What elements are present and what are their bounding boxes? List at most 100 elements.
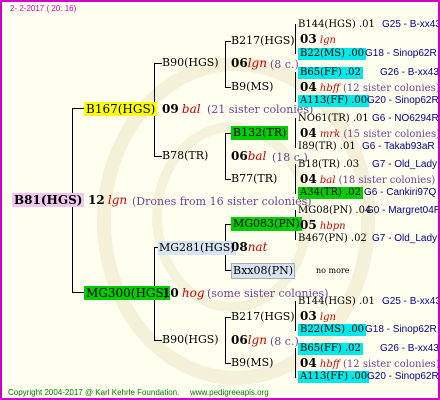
root-name[interactable]: B81(HGS) <box>12 193 85 207</box>
g1-name[interactable]: B217(HGS) <box>231 35 295 47</box>
s1-info: 06lgn <box>231 57 267 71</box>
d1-name[interactable]: MG281(HGS) <box>158 241 236 255</box>
d2-vline <box>225 317 226 363</box>
g1-info: 03 lgn <box>300 33 336 47</box>
g2-grade: hbff <box>319 83 340 94</box>
r13-breed: G26 - B-xx43 <box>380 343 439 354</box>
g2-vline <box>295 72 296 102</box>
r4-name[interactable]: A113(FF) .00 <box>298 95 370 107</box>
g1-vline <box>295 24 296 54</box>
g8-note: (12 sister colonies) <box>343 359 440 370</box>
g8-vline <box>295 348 296 378</box>
s2-year: 06 <box>231 149 248 163</box>
s2-grade: bal <box>247 149 267 163</box>
g5-year: 05 <box>300 218 317 232</box>
g2-info: 04 hbff (12 sister colonies) <box>300 80 440 95</box>
dam-grade: hog <box>181 286 205 300</box>
dam-name[interactable]: MG300(HGS) <box>84 286 171 300</box>
r5-breed: G6 - NO6294R <box>372 113 439 124</box>
report-date: 2- 2-2017 ( 20: 16) <box>10 4 77 13</box>
r6-name[interactable]: I89(TR) .01 <box>298 141 356 153</box>
g5-name[interactable]: MG083(PN) <box>231 217 302 231</box>
g7-vline <box>295 301 296 331</box>
d2-note: (8 c.) <box>270 335 299 348</box>
r2-name[interactable]: B22(MS) .00 <box>298 48 367 60</box>
d2-grade: lgn <box>247 333 267 347</box>
g8-name[interactable]: B9(MS) <box>231 357 273 369</box>
g4-grade: bal <box>319 175 336 186</box>
dam-info: 10 hog <box>162 287 205 301</box>
g1-year: 03 <box>300 32 317 46</box>
d1-grade: nat <box>247 240 268 254</box>
footer-site-link[interactable]: www.pedigreeapis.org <box>190 387 269 398</box>
root-info: 12 lgn <box>88 194 127 208</box>
sire-name[interactable]: B167(HGS) <box>84 102 158 116</box>
g8-year: 04 <box>300 356 317 370</box>
g4-info: 04 bal (18 sister colonies) <box>300 173 435 187</box>
r8-name[interactable]: A34(TR) .02 <box>298 187 364 199</box>
sire-year: 09 <box>162 102 179 116</box>
r2-breed: G18 - Sinop62R <box>365 48 437 59</box>
g5-grade: hbpn <box>319 221 346 232</box>
r1-breed: G25 - B-xx43 <box>382 19 440 30</box>
r7-breed: G7 - Old_Lady <box>372 159 438 170</box>
s1-vline <box>225 41 226 87</box>
r9-breed: G0 - Margret04R <box>366 205 440 216</box>
d1-info: 08nat <box>231 241 267 255</box>
sire-info: 09 bal <box>162 103 201 117</box>
g6-name[interactable]: Bxx08(PN) <box>231 263 296 279</box>
r3-breed: G26 - B-xx43 <box>380 67 439 78</box>
sire-to-s1 <box>154 63 162 64</box>
r12-name[interactable]: B22(MS) .00 <box>298 324 367 336</box>
r12-breed: G18 - Sinop62R <box>365 324 437 335</box>
g5-info: 05 hbpn <box>300 219 346 233</box>
r10-name[interactable]: B467(PN) .02 <box>298 233 367 245</box>
s1-name[interactable]: B90(HGS) <box>162 57 219 69</box>
g7-year: 03 <box>300 309 317 323</box>
root-note: (Drones from 16 sister colonies) <box>132 195 312 208</box>
g7-name[interactable]: B217(HGS) <box>231 311 295 323</box>
r14-breed: G20 - Sinop62R <box>367 371 439 382</box>
r8-breed: G6 - Cankiri97Q <box>364 187 437 198</box>
g8-grade: hbff <box>319 359 340 370</box>
g2-year: 04 <box>300 80 317 94</box>
root-grade: lgn <box>107 193 128 207</box>
sire-grade: bal <box>181 102 201 116</box>
footer-copyright: Copyright 2004-2017 @ Karl Kehrle Founda… <box>8 388 180 397</box>
g1-grade: lgn <box>319 35 336 46</box>
g2-name[interactable]: B9(MS) <box>231 81 273 93</box>
r14-name[interactable]: A113(FF) .00 <box>298 371 370 383</box>
g4-year: 04 <box>300 172 317 186</box>
g4-vline <box>295 164 296 194</box>
s2-name[interactable]: B78(TR) <box>162 150 208 162</box>
s1-year: 06 <box>231 56 248 70</box>
g3-name[interactable]: B132(TR) <box>231 126 289 140</box>
g3-grade: mrk <box>319 129 341 140</box>
root-year: 12 <box>88 193 105 207</box>
g7-grade: lgn <box>319 312 336 323</box>
r5-name[interactable]: NO61(TR) .01 <box>298 113 369 125</box>
r11-breed: G25 - B-xx43 <box>382 296 440 307</box>
dam-to-d2 <box>154 340 162 341</box>
r9-name[interactable]: MG08(PN) .04 <box>298 205 371 217</box>
g4-name[interactable]: B77(TR) <box>231 173 277 185</box>
d2-name[interactable]: B90(HGS) <box>162 334 219 346</box>
g7-info: 03 lgn <box>300 310 336 324</box>
d2-info: 06lgn <box>231 334 267 348</box>
r3-name[interactable]: B65(FF) .02 <box>298 67 363 79</box>
d1-year: 08 <box>231 240 248 254</box>
g6-note: no more <box>316 266 350 275</box>
s2-vline <box>225 133 226 179</box>
root-to-sire <box>72 108 84 109</box>
s1-grade: lgn <box>247 56 267 70</box>
s1-note: (8 c.) <box>270 58 299 71</box>
pedigree-frame: 2- 2-2017 ( 20: 16) B81(HGS) 12 lgn (Dro… <box>0 0 440 400</box>
g2-note: (12 sister colonies) <box>343 83 440 94</box>
g3-vline <box>295 118 296 148</box>
r6-breed: G6 - Takab93aR <box>362 141 435 152</box>
r1-name[interactable]: B144(HGS) .01 <box>298 19 375 31</box>
sire-to-s2 <box>154 156 162 157</box>
r13-name[interactable]: B65(FF) .02 <box>298 343 363 355</box>
r7-name[interactable]: B18(TR) .03 <box>298 159 359 171</box>
r11-name[interactable]: B144(HGS) .01 <box>298 296 375 308</box>
